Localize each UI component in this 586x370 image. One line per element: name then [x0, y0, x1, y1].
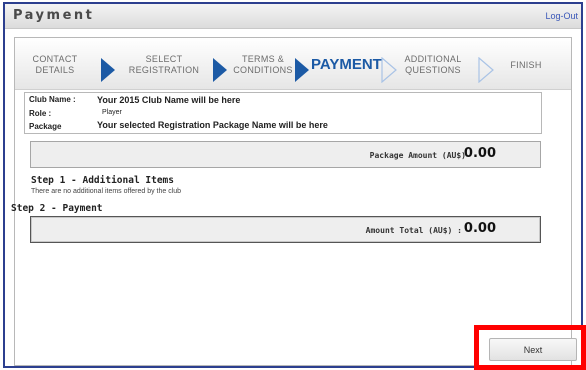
package-label: Package — [29, 122, 62, 131]
chevron-right-icon — [295, 58, 309, 82]
step1-note: There are no additional items offered by… — [31, 188, 182, 195]
chevron-right-icon — [101, 58, 115, 82]
chevron-right-icon — [213, 58, 227, 82]
step2-heading: Step 2 - Payment — [11, 203, 103, 214]
role-label: Role : — [29, 109, 52, 118]
package-amount-label: Package Amount (AU$) — [369, 151, 466, 160]
chevron-right-outline-icon — [381, 57, 397, 83]
step-terms-conditions: TERMS & CONDITIONS — [233, 54, 293, 75]
progress-steps: CONTACT DETAILS SELECT REGISTRATION TERMS … — [15, 38, 571, 90]
amount-total-label: Amount Total (AU$) : — [365, 226, 462, 235]
title-bar: Payment Log-Out — [5, 4, 581, 29]
club-name-label: Club Name : — [29, 95, 76, 104]
next-button[interactable]: Next — [489, 338, 577, 361]
package-amount-box: Package Amount (AU$) 0.00 — [30, 141, 541, 168]
logout-link[interactable]: Log-Out — [545, 11, 578, 21]
step-additional-questions: ADDITIONAL QUESTIONS — [404, 54, 462, 75]
step-select-registration: SELECT REGISTRATION — [128, 54, 200, 75]
chevron-right-outline-icon — [478, 57, 494, 83]
package-amount-value: 0.00 — [463, 146, 496, 161]
app-window: Payment Log-Out CONTACT DETAILS SELECT REG… — [3, 2, 583, 368]
amount-total-value: 0.00 — [463, 221, 496, 236]
step-payment-active: PAYMENT — [311, 56, 382, 73]
page-title: Payment — [13, 8, 95, 23]
registration-panel: CONTACT DETAILS SELECT REGISTRATION TERMS … — [11, 37, 572, 366]
registration-info: Club Name : Your 2015 Club Name will be … — [24, 92, 542, 134]
step-finish: FINISH — [510, 60, 542, 70]
step-contact-details: CONTACT DETAILS — [32, 54, 78, 75]
package-value: Your selected Registration Package Name … — [97, 120, 328, 130]
step1-heading: Step 1 - Additional Items — [31, 175, 174, 186]
role-value: Player — [102, 109, 122, 116]
club-name-value: Your 2015 Club Name will be here — [97, 95, 241, 105]
amount-total-box: Amount Total (AU$) : 0.00 — [30, 216, 541, 243]
